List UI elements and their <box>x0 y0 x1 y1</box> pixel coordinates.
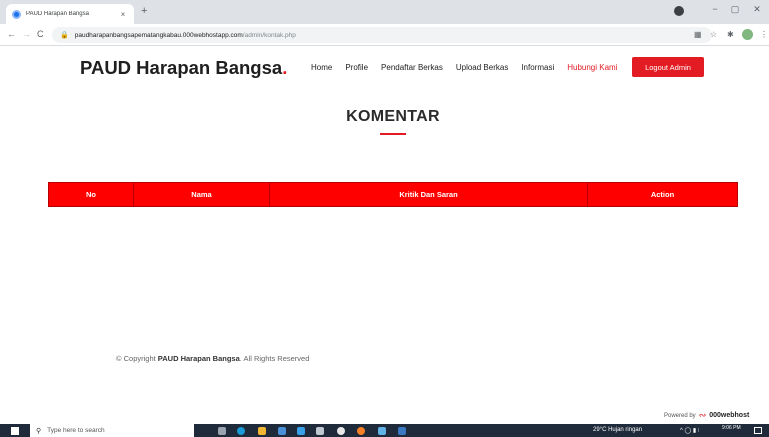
screen: PAUD Harapan Bangsa × + − ▢ ✕ ← → C 🔒 pa… <box>0 0 769 437</box>
nav-item-profile[interactable]: Profile <box>345 63 368 72</box>
powered-by-label: Powered by <box>664 412 696 419</box>
copyright-prefix: © Copyright <box>116 354 158 363</box>
back-button[interactable]: ← <box>7 29 16 39</box>
nav-item-hubungi-kami[interactable]: Hubungi Kami <box>567 63 617 72</box>
windows-taskbar: ⚲ Type here to search 29°C Hujan ringan … <box>0 424 769 437</box>
logout-admin-button[interactable]: Logout Admin <box>632 57 704 77</box>
title-underline <box>380 133 406 135</box>
nav-item-informasi[interactable]: Informasi <box>521 63 554 72</box>
active-browser-icon[interactable] <box>378 427 386 435</box>
url-path: /admin/kontak.php <box>242 31 296 39</box>
page-title: KOMENTAR <box>346 108 440 125</box>
powered-by-badge[interactable]: Powered by ∾ 000webhost <box>664 410 749 421</box>
store-icon[interactable] <box>297 427 305 435</box>
site-navigation: Home Profile Pendaftar Berkas Upload Ber… <box>311 63 617 72</box>
browser-toolbar: ← → C 🔒 paudharapanbangsapematangkabau.0… <box>0 24 769 46</box>
system-tray-icons[interactable]: ^ ◯ ▮ ∶ <box>680 427 699 434</box>
webhost-logo-icon: ∾ <box>698 410 707 420</box>
weather-status[interactable]: 29°C Hujan ringan <box>593 427 642 433</box>
browser-tab-strip: PAUD Harapan Bangsa × + − ▢ ✕ <box>0 0 769 24</box>
notifications-icon[interactable] <box>754 427 762 434</box>
site-brand-logo[interactable]: PAUD Harapan Bangsa. <box>80 57 287 79</box>
minimize-button[interactable]: − <box>708 4 722 14</box>
mail-icon[interactable] <box>278 427 286 435</box>
brand-dot: . <box>282 57 288 78</box>
brand-text: PAUD Harapan Bangsa <box>80 57 283 78</box>
word-icon[interactable] <box>398 427 406 435</box>
chrome-icon[interactable] <box>337 427 345 435</box>
column-header-kritik-dan-saran: Kritik Dan Saran <box>270 183 588 206</box>
reload-button[interactable]: C <box>37 29 44 39</box>
extensions-icon[interactable]: ✱ <box>727 30 734 39</box>
taskbar-search-placeholder: Type here to search <box>47 427 105 434</box>
column-header-action: Action <box>650 190 675 199</box>
column-header-nama: Nama <box>134 183 270 206</box>
column-header-no: No <box>49 183 134 206</box>
copyright-brand: PAUD Harapan Bangsa <box>157 354 240 363</box>
browser-menu-icon[interactable]: ⋮ <box>760 30 768 39</box>
lock-icon: 🔒 <box>60 32 69 39</box>
edge-browser-icon[interactable] <box>237 427 245 435</box>
browser-profile-icon[interactable] <box>674 6 684 16</box>
tab-title: PAUD Harapan Bangsa <box>26 11 89 17</box>
browser-tab[interactable]: PAUD Harapan Bangsa × <box>6 4 134 24</box>
maximize-button[interactable]: ▢ <box>728 4 742 15</box>
tab-close-icon[interactable]: × <box>118 10 128 19</box>
new-tab-button[interactable]: + <box>141 5 147 17</box>
copyright-suffix: . All Rights Reserved <box>239 354 310 363</box>
firefox-icon[interactable] <box>357 427 365 435</box>
clock-time[interactable]: 9:06 PM <box>722 425 741 431</box>
taskbar-search-input[interactable]: ⚲ Type here to search <box>30 424 194 437</box>
url-host: paudharapanbangsapematangkabau.000webhos… <box>74 31 243 39</box>
nav-item-upload-berkas[interactable]: Upload Berkas <box>456 63 508 72</box>
forward-button[interactable]: → <box>22 29 31 39</box>
address-bar[interactable]: 🔒 paudharapanbangsapematangkabau.000webh… <box>52 27 712 43</box>
task-view-icon[interactable] <box>218 427 226 435</box>
close-window-button[interactable]: ✕ <box>750 4 764 15</box>
translate-icon[interactable]: ▦ <box>694 30 702 39</box>
bookmark-star-icon[interactable]: ☆ <box>710 30 717 39</box>
app-icon[interactable] <box>316 427 324 435</box>
profile-avatar-icon[interactable] <box>742 29 753 40</box>
comments-table: No Nama Kritik Dan Saran Action <box>48 182 738 207</box>
windows-start-icon[interactable] <box>11 427 19 435</box>
nav-item-home[interactable]: Home <box>311 63 332 72</box>
file-explorer-icon[interactable] <box>258 427 266 435</box>
powered-by-brand: 000webhost <box>709 412 750 419</box>
copyright-text: © Copyright PAUD Harapan Bangsa. All Rig… <box>116 354 309 363</box>
search-icon: ⚲ <box>36 427 42 435</box>
site-favicon-icon <box>12 9 21 19</box>
nav-item-pendaftar-berkas[interactable]: Pendaftar Berkas <box>381 63 443 72</box>
